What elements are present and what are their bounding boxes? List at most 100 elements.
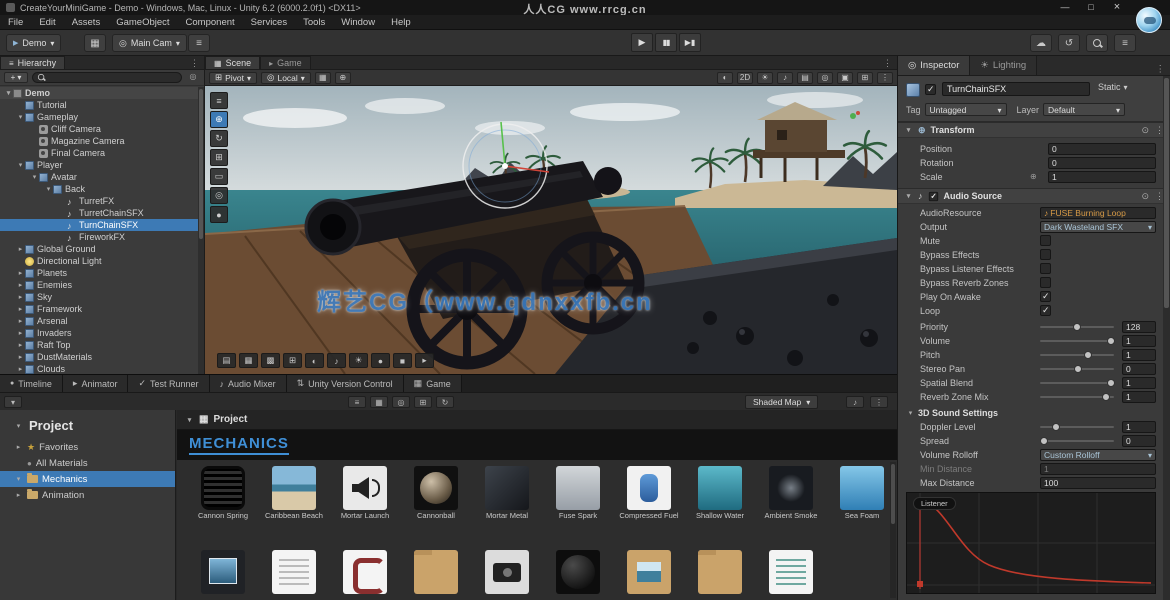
effects-toggle-icon[interactable] — [797, 72, 813, 84]
folder-item-all-materials[interactable]: ●All Materials — [0, 455, 175, 471]
expand-arrow-icon[interactable] — [4, 89, 13, 97]
overlay-icon[interactable] — [415, 353, 434, 368]
expand-arrow-icon[interactable] — [44, 185, 53, 193]
hierarchy-item[interactable]: Framework — [0, 303, 198, 315]
asset-tile[interactable] — [333, 550, 397, 594]
audio-toggle-icon[interactable] — [777, 72, 793, 84]
menu-file[interactable]: File — [0, 15, 31, 29]
hierarchy-item[interactable]: Gameplay — [0, 111, 198, 123]
transform-header[interactable]: Transform ⊙ — [898, 122, 1170, 138]
scale-tool-icon[interactable] — [210, 149, 228, 166]
move-tool-icon[interactable] — [210, 111, 228, 128]
more-icon[interactable] — [870, 396, 888, 408]
mute-audio-icon[interactable] — [846, 396, 864, 408]
hierarchy-scrollbar[interactable] — [198, 87, 204, 374]
rect-tool-icon[interactable] — [210, 168, 228, 185]
tab-test-runner[interactable]: ✓Test Runner — [128, 375, 209, 392]
spatial-blend-slider[interactable] — [1040, 382, 1114, 384]
expand-arrow-icon[interactable] — [14, 443, 23, 451]
folder-item-animation[interactable]: Animation — [0, 487, 175, 503]
hierarchy-item[interactable]: Invaders — [0, 327, 198, 339]
focus-icon[interactable] — [392, 396, 410, 408]
tab-game-bottom[interactable]: Game — [404, 375, 462, 392]
asset-tile[interactable] — [759, 550, 823, 594]
panel-menu-icon[interactable] — [878, 58, 897, 69]
view-tool-icon[interactable] — [210, 92, 228, 109]
overlay-icon[interactable] — [217, 353, 236, 368]
pitch-slider[interactable] — [1040, 354, 1114, 356]
asset-tile[interactable]: Caribbean Beach — [262, 466, 326, 520]
expand-arrow-icon[interactable] — [14, 475, 23, 483]
step-button[interactable] — [679, 33, 701, 52]
camera-dropdown[interactable]: Main Cam — [112, 34, 187, 52]
project-scrollbar[interactable] — [890, 462, 896, 598]
grid-icon[interactable] — [84, 34, 106, 52]
expand-arrow-icon[interactable] — [16, 341, 25, 349]
cloud-icon[interactable] — [1030, 34, 1052, 52]
menu-assets[interactable]: Assets — [64, 15, 109, 29]
menu-tools[interactable]: Tools — [295, 15, 333, 29]
spatial-blend-value[interactable]: 1 — [1122, 377, 1156, 389]
pivot-dropdown[interactable]: Pivot — [209, 72, 257, 84]
hierarchy-item[interactable]: Enemies — [0, 279, 198, 291]
hierarchy-search-input[interactable] — [49, 73, 177, 83]
asset-tile[interactable]: Mortar Launch — [333, 466, 397, 520]
expand-arrow-icon[interactable] — [16, 281, 25, 289]
audioclip-field[interactable]: ♪FUSE Burning Loop — [1040, 207, 1156, 219]
tab-animator[interactable]: Animator — [63, 375, 129, 392]
collapse-icon[interactable] — [4, 396, 22, 408]
overlay-menu-icon[interactable] — [857, 72, 873, 84]
spread-slider[interactable] — [1040, 440, 1114, 442]
tag-dropdown[interactable]: Untagged — [925, 103, 1007, 116]
presets-icon[interactable]: ⊙ — [1141, 191, 1149, 202]
hierarchy-item[interactable]: TurretChainSFX — [0, 207, 198, 219]
presets-icon[interactable]: ⊙ — [1141, 125, 1149, 136]
max-distance-field[interactable]: 100 — [1040, 477, 1156, 489]
reverb-zone-mix-slider[interactable] — [1040, 396, 1114, 398]
gizmos-icon[interactable] — [817, 72, 833, 84]
play-button[interactable] — [631, 33, 653, 52]
tab-audio-mixer[interactable]: Audio Mixer — [210, 375, 287, 392]
menu-help[interactable]: Help — [383, 15, 419, 29]
foldout-arrow-icon[interactable] — [185, 416, 194, 424]
loop-checkbox[interactable] — [1040, 305, 1051, 316]
expand-arrow-icon[interactable] — [16, 269, 25, 277]
2d-toggle[interactable]: 2D — [737, 72, 753, 84]
search-icon[interactable] — [1086, 34, 1108, 52]
volume-slider[interactable] — [1040, 340, 1114, 342]
orientation-dropdown[interactable]: Local — [261, 72, 311, 84]
overlay-icon[interactable] — [239, 353, 258, 368]
expand-arrow-icon[interactable] — [16, 305, 25, 313]
lighting-toggle-icon[interactable] — [757, 72, 773, 84]
transform-tool-icon[interactable] — [210, 187, 228, 204]
asset-tile[interactable] — [617, 550, 681, 594]
asset-tile[interactable]: Sea Foam — [830, 466, 894, 520]
tab-hierarchy[interactable]: Hierarchy — [0, 56, 65, 69]
bypass-reverb-checkbox[interactable] — [1040, 277, 1051, 288]
hierarchy-item[interactable]: Final Camera — [0, 147, 198, 159]
expand-arrow-icon[interactable] — [16, 113, 25, 121]
hierarchy-item[interactable]: Demo — [0, 87, 198, 99]
menu-window[interactable]: Window — [333, 15, 383, 29]
overlay-icon[interactable] — [327, 353, 346, 368]
bypass-effects-checkbox[interactable] — [1040, 249, 1051, 260]
close-button[interactable] — [1104, 0, 1130, 15]
menu-services[interactable]: Services — [243, 15, 295, 29]
hierarchy-item[interactable]: Raft Top — [0, 339, 198, 351]
rotation-field[interactable]: 0 — [1048, 157, 1156, 169]
hierarchy-item[interactable]: Tutorial — [0, 99, 198, 111]
foldout-arrow-icon[interactable] — [906, 409, 915, 417]
overlay-icon[interactable] — [283, 353, 302, 368]
hierarchy-item[interactable]: FireworkFX — [0, 231, 198, 243]
hierarchy-item[interactable]: Magazine Camera — [0, 135, 198, 147]
expand-arrow-icon[interactable] — [16, 329, 25, 337]
tab-scene[interactable]: Scene — [205, 56, 260, 69]
bypass-listener-checkbox[interactable] — [1040, 263, 1051, 274]
expand-arrow-icon[interactable] — [16, 317, 25, 325]
hierarchy-item[interactable]: Back — [0, 183, 198, 195]
overlay-icon[interactable] — [371, 353, 390, 368]
tab-timeline[interactable]: Timeline — [0, 375, 63, 392]
asset-tile[interactable] — [546, 550, 610, 594]
doppler-level-value[interactable]: 1 — [1122, 421, 1156, 433]
expand-arrow-icon[interactable] — [30, 173, 39, 181]
